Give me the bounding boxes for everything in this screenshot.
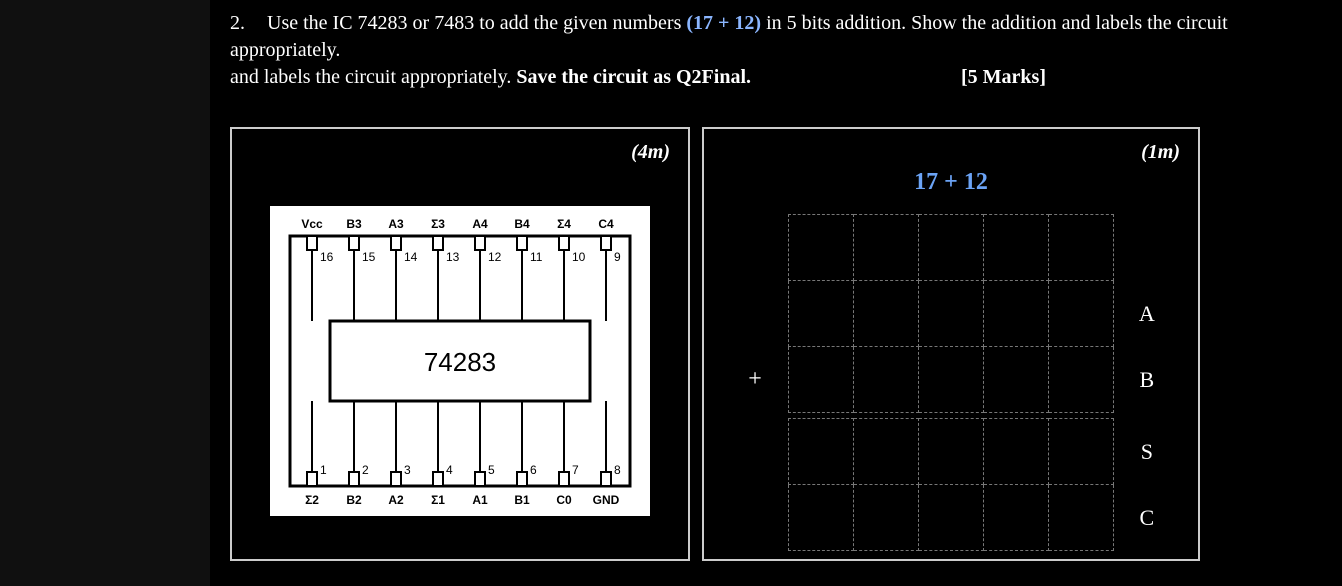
- svg-text:Σ1: Σ1: [431, 493, 445, 507]
- svg-text:5: 5: [488, 463, 495, 477]
- row-label-a: A: [1113, 281, 1180, 347]
- svg-text:11: 11: [530, 250, 543, 264]
- question-line2-prefix: and labels the circuit appropriately.: [230, 66, 516, 88]
- svg-text:15: 15: [362, 250, 376, 264]
- addition-title: 17 + 12: [722, 169, 1180, 196]
- svg-text:16: 16: [320, 250, 334, 264]
- svg-text:GND: GND: [593, 493, 620, 507]
- svg-text:A2: A2: [388, 493, 404, 507]
- table-row: A: [722, 281, 1180, 347]
- svg-text:C4: C4: [598, 217, 614, 231]
- content-area: 2. Use the IC 74283 or 7483 to add the gi…: [230, 10, 1302, 561]
- svg-text:Σ3: Σ3: [431, 217, 445, 231]
- svg-text:4: 4: [446, 463, 453, 477]
- svg-text:9: 9: [614, 250, 621, 264]
- addition-table: A + B S C: [722, 214, 1180, 551]
- left-margin: [0, 0, 210, 586]
- svg-text:B2: B2: [346, 493, 362, 507]
- svg-text:8: 8: [614, 463, 621, 477]
- svg-text:C0: C0: [556, 493, 572, 507]
- question-number: 2.: [230, 12, 245, 34]
- page: 2. Use the IC 74283 or 7483 to add the gi…: [0, 0, 1342, 586]
- chip-name-text: 74283: [424, 347, 496, 377]
- svg-text:12: 12: [488, 250, 502, 264]
- svg-text:Vcc: Vcc: [301, 217, 323, 231]
- table-row: C: [722, 485, 1180, 551]
- panel-addition: (1m) 17 + 12 A + B: [702, 127, 1200, 561]
- svg-text:2: 2: [362, 463, 369, 477]
- table-row: [722, 215, 1180, 281]
- svg-text:10: 10: [572, 250, 586, 264]
- panel-right-marks: (1m): [1141, 141, 1180, 164]
- ic-svg: 74283 Vcc 16 B3: [270, 206, 650, 516]
- plus-sign: +: [722, 347, 789, 413]
- row-label-c: C: [1113, 485, 1180, 551]
- panel-ic-diagram: (4m) 74283 V: [230, 127, 690, 561]
- svg-text:A4: A4: [472, 217, 488, 231]
- svg-text:B3: B3: [346, 217, 362, 231]
- question-text: 2. Use the IC 74283 or 7483 to add the gi…: [230, 10, 1302, 91]
- svg-text:13: 13: [446, 250, 460, 264]
- table-row: + B: [722, 347, 1180, 413]
- svg-text:B1: B1: [514, 493, 530, 507]
- panel-left-marks: (4m): [631, 141, 670, 164]
- svg-text:Σ2: Σ2: [305, 493, 319, 507]
- svg-text:A1: A1: [472, 493, 488, 507]
- svg-text:6: 6: [530, 463, 537, 477]
- question-part-a: Use the IC 74283 or 7483 to add the give…: [267, 12, 686, 34]
- table-row: S: [722, 419, 1180, 485]
- ic-diagram: 74283 Vcc 16 B3: [270, 206, 650, 516]
- svg-text:14: 14: [404, 250, 418, 264]
- svg-text:3: 3: [404, 463, 411, 477]
- svg-text:1: 1: [320, 463, 327, 477]
- panels-row: (4m) 74283 V: [230, 127, 1302, 561]
- question-accent: (17 + 12): [686, 12, 761, 34]
- question-marks: [5 Marks]: [961, 66, 1046, 88]
- row-label-s: S: [1113, 419, 1180, 485]
- svg-text:A3: A3: [388, 217, 404, 231]
- svg-text:Σ4: Σ4: [557, 217, 571, 231]
- svg-text:B4: B4: [514, 217, 530, 231]
- svg-text:7: 7: [572, 463, 579, 477]
- row-label-b: B: [1113, 347, 1180, 413]
- question-bold-tail: Save the circuit as Q2Final.: [516, 66, 751, 88]
